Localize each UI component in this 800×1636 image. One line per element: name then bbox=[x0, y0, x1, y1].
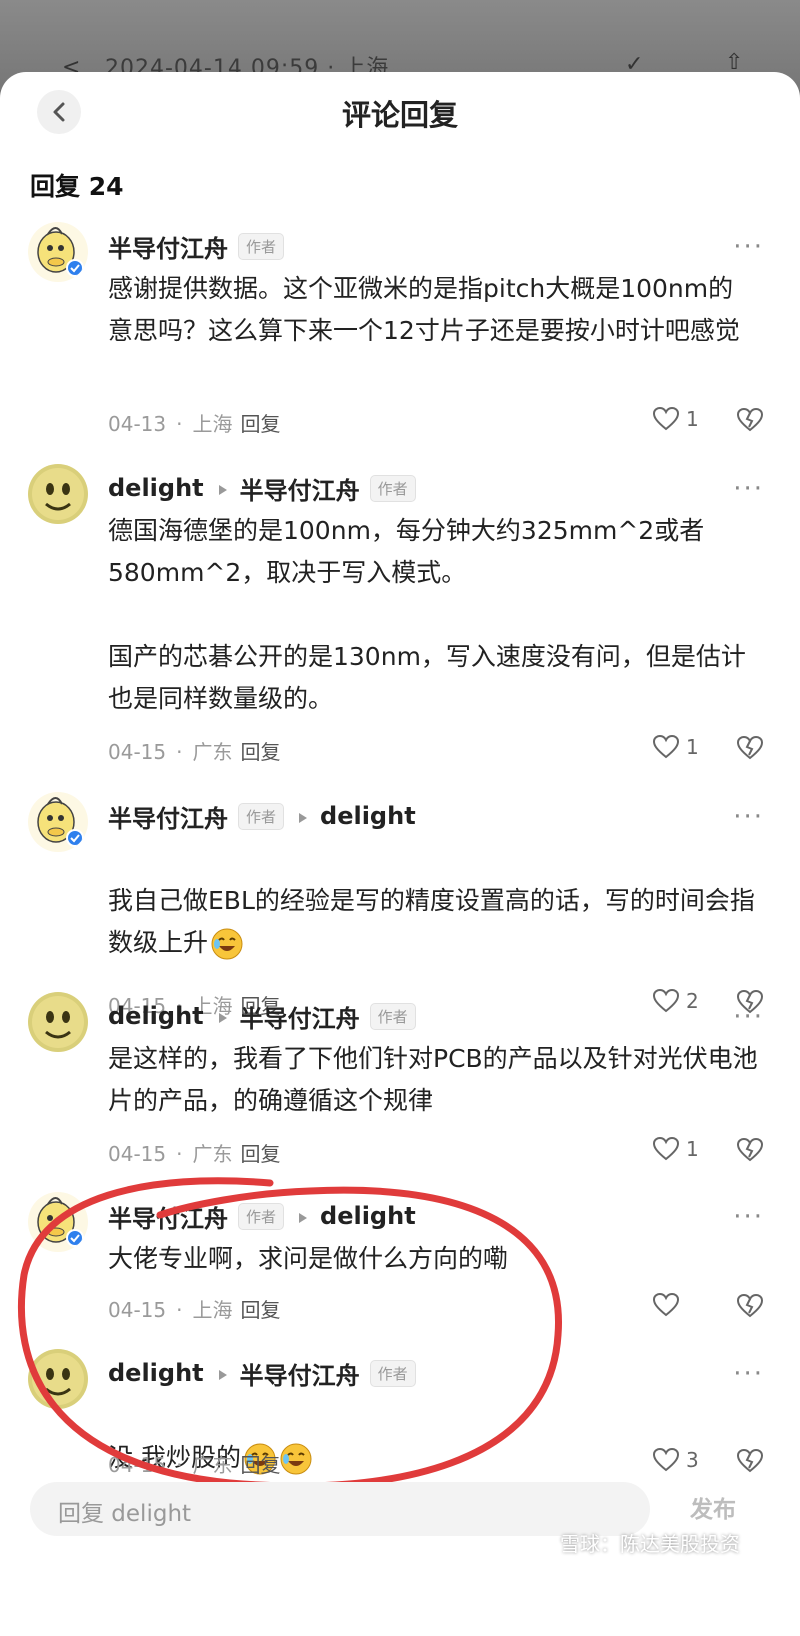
author-tag: 作者 bbox=[369, 1359, 416, 1387]
author-tag: 作者 bbox=[238, 232, 285, 260]
comment-item: delight 半导付江舟 作者 ··· 是这样的，我看了下他们针对PCB的产品… bbox=[0, 992, 800, 1192]
avatar[interactable] bbox=[28, 992, 88, 1052]
laugh-emoji-icon bbox=[211, 928, 243, 960]
laugh-emoji-icon bbox=[280, 1443, 312, 1475]
avatar[interactable] bbox=[28, 1192, 88, 1252]
publish-button[interactable]: 发布 bbox=[690, 1490, 736, 1524]
reply-link[interactable]: 回复 bbox=[240, 1142, 280, 1166]
username[interactable]: delight bbox=[108, 474, 204, 502]
comment-date: 04-15 bbox=[108, 1298, 167, 1322]
like-button[interactable] bbox=[652, 1292, 686, 1318]
comment-location: 广东 bbox=[192, 1142, 233, 1166]
reply-count: 回复 24 bbox=[30, 172, 124, 201]
like-count: 3 bbox=[686, 1448, 699, 1472]
comment-item: delight 半导付江舟 作者 ··· 没 我炒股的 04-15 · 广东 回复 3 bbox=[0, 1349, 800, 1489]
like-count: 1 bbox=[686, 1137, 699, 1161]
comment-item: 半导付江舟 作者 delight ··· 我自己做EBL的经验是写的精度设置高的… bbox=[0, 792, 800, 1018]
dislike-icon[interactable] bbox=[735, 1290, 765, 1320]
more-icon[interactable]: ··· bbox=[733, 1202, 764, 1232]
like-icon bbox=[652, 734, 680, 759]
comment-sheet: 评论回复 回复 24 半导付江舟 作者 ··· 感谢提供数据。这个亚微米的是指p… bbox=[0, 72, 800, 1636]
watermark: 雪球：陈达美股投资 bbox=[560, 1532, 740, 1556]
like-icon bbox=[652, 406, 680, 431]
username[interactable]: delight bbox=[108, 1002, 204, 1030]
comment-location: 广东 bbox=[192, 740, 233, 764]
comment-text: 我自己做EBL的经验是写的精度设置高的话，写的时间会指数级上升 bbox=[108, 886, 755, 957]
more-icon[interactable]: ··· bbox=[733, 232, 764, 262]
avatar[interactable] bbox=[28, 1349, 88, 1409]
dislike-icon[interactable] bbox=[735, 1445, 765, 1475]
like-count: 1 bbox=[686, 407, 699, 431]
like-button[interactable]: 1 bbox=[652, 1136, 699, 1162]
author-tag: 作者 bbox=[369, 1002, 416, 1030]
like-button[interactable]: 1 bbox=[652, 406, 699, 432]
more-icon[interactable]: ··· bbox=[733, 1359, 764, 1389]
comment-item: 半导付江舟 作者 delight ··· 大佬专业啊，求问是做什么方向的嘞 04… bbox=[0, 1192, 800, 1352]
reply-arrow-icon bbox=[218, 1002, 228, 1030]
comment-text: 大佬专业啊，求问是做什么方向的嘞 bbox=[108, 1244, 509, 1273]
dislike-icon[interactable] bbox=[735, 732, 765, 762]
like-button[interactable]: 3 bbox=[652, 1447, 699, 1473]
author-tag: 作者 bbox=[238, 1202, 285, 1230]
author-tag: 作者 bbox=[238, 802, 285, 830]
reply-arrow-icon bbox=[298, 1202, 308, 1230]
avatar[interactable] bbox=[28, 222, 88, 282]
like-icon bbox=[652, 1447, 680, 1472]
username[interactable]: 半导付江舟 bbox=[108, 229, 228, 264]
dislike-icon[interactable] bbox=[735, 1134, 765, 1164]
comment-date: 04-15 bbox=[108, 1453, 167, 1477]
username[interactable]: delight bbox=[108, 1359, 204, 1387]
reply-link[interactable]: 回复 bbox=[240, 412, 280, 436]
comment-date: 04-15 bbox=[108, 740, 167, 764]
comment-location: 上海 bbox=[192, 1298, 233, 1322]
like-icon bbox=[652, 1136, 680, 1161]
reply-arrow-icon bbox=[218, 1359, 228, 1387]
reply-arrow-icon bbox=[218, 474, 228, 502]
reply-to-user[interactable]: delight bbox=[320, 802, 416, 830]
comment-date: 04-15 bbox=[108, 1142, 167, 1166]
like-icon bbox=[652, 1292, 680, 1317]
username[interactable]: 半导付江舟 bbox=[108, 1199, 228, 1234]
reply-to-user[interactable]: 半导付江舟 bbox=[240, 471, 360, 506]
avatar[interactable] bbox=[28, 464, 88, 524]
like-count: 1 bbox=[686, 735, 699, 759]
dislike-icon[interactable] bbox=[735, 404, 765, 434]
comment-text: 德国海德堡的是100nm，每分钟大约325mm^2或者580mm^2，取决于写入… bbox=[108, 516, 746, 713]
reply-link[interactable]: 回复 bbox=[240, 740, 280, 764]
comment-location: 上海 bbox=[192, 412, 233, 436]
author-tag: 作者 bbox=[369, 474, 416, 502]
reply-input[interactable]: 回复 delight bbox=[30, 1482, 650, 1536]
comment-date: 04-13 bbox=[108, 412, 167, 436]
more-icon[interactable]: ··· bbox=[733, 1002, 764, 1032]
comment-text: 感谢提供数据。这个亚微米的是指pitch大概是100nm的意思吗？这么算下来一个… bbox=[108, 274, 740, 345]
reply-to-user[interactable]: 半导付江舟 bbox=[240, 1356, 360, 1391]
comment-item: 半导付江舟 作者 ··· 感谢提供数据。这个亚微米的是指pitch大概是100n… bbox=[0, 222, 800, 452]
more-icon[interactable]: ··· bbox=[733, 474, 764, 504]
reply-link[interactable]: 回复 bbox=[240, 1453, 280, 1477]
reply-to-user[interactable]: 半导付江舟 bbox=[240, 999, 360, 1034]
more-icon[interactable]: ··· bbox=[733, 802, 764, 832]
reply-to-user[interactable]: delight bbox=[320, 1202, 416, 1230]
reply-arrow-icon bbox=[298, 802, 308, 830]
comment-item: delight 半导付江舟 作者 ··· 德国海德堡的是100nm，每分钟大约3… bbox=[0, 464, 800, 794]
username[interactable]: 半导付江舟 bbox=[108, 799, 228, 834]
page-title: 评论回复 bbox=[341, 98, 458, 132]
reply-link[interactable]: 回复 bbox=[240, 1298, 280, 1322]
reply-input-placeholder: 回复 delight bbox=[58, 1501, 192, 1527]
like-button[interactable]: 1 bbox=[652, 734, 699, 760]
comment-location: 广东 bbox=[192, 1453, 233, 1477]
comment-text: 是这样的，我看了下他们针对PCB的产品以及针对光伏电池片的产品，的确遵循这个规律 bbox=[108, 1044, 758, 1115]
avatar[interactable] bbox=[28, 792, 88, 852]
